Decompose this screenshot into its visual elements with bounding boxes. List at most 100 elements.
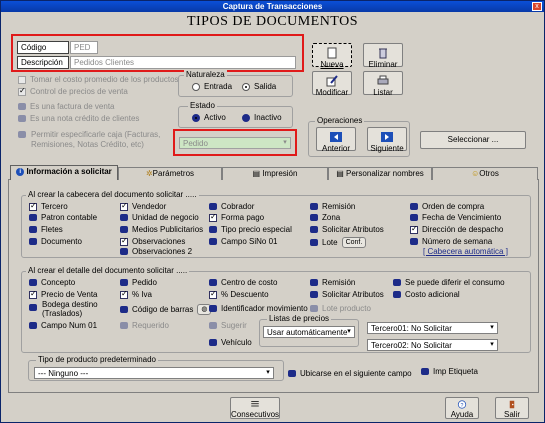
toggle-icon[interactable] — [29, 322, 37, 329]
check-solicitar-atributos[interactable]: Solicitar Atributos — [310, 225, 384, 234]
toggle-icon[interactable] — [120, 248, 128, 255]
toggle-icon[interactable] — [209, 339, 217, 346]
checkbox[interactable] — [209, 289, 217, 299]
toggle-icon[interactable] — [310, 291, 318, 298]
check-iva[interactable]: % Iva — [120, 289, 152, 299]
listas-select[interactable]: Usar automáticamente ▾ — [263, 326, 355, 338]
eliminar-button[interactable]: Eliminar — [363, 43, 403, 69]
radio[interactable] — [192, 82, 200, 91]
conf-button[interactable]: Conf. — [341, 237, 367, 248]
toggle-icon[interactable] — [120, 279, 128, 286]
check-identificador[interactable]: Identificador movimiento — [209, 304, 308, 313]
radio-entrada[interactable]: Entrada — [192, 82, 232, 91]
check-vehiculo[interactable]: Vehículo — [209, 338, 252, 347]
tab-parametros[interactable]: ✲Parámetros — [118, 167, 222, 180]
check-forma-pago[interactable]: Forma pago — [209, 212, 264, 222]
checkbox[interactable] — [120, 201, 128, 211]
toggle-icon[interactable] — [29, 238, 37, 245]
toggle-icon[interactable] — [120, 306, 128, 313]
checkbox[interactable] — [410, 224, 418, 234]
check-precio-venta[interactable]: Precio de Venta — [29, 289, 97, 299]
toggle-icon[interactable] — [29, 214, 37, 221]
close-button[interactable]: x — [532, 2, 542, 11]
tab-impresion[interactable]: ▤ Impresión — [222, 167, 328, 180]
nueva-button[interactable]: Nueva — [312, 43, 352, 69]
toggle-icon[interactable] — [410, 203, 418, 210]
check-diferir-consumo[interactable]: Se puede diferir el consumo — [393, 278, 505, 287]
check-orden-compra[interactable]: Orden de compra — [410, 202, 484, 211]
toggle-icon[interactable] — [209, 322, 217, 329]
check-tercero[interactable]: Tercero — [29, 201, 68, 211]
toggle-icon[interactable] — [421, 368, 429, 375]
tab-personalizar[interactable]: ▤ Personalizar nombres — [328, 167, 432, 180]
tab-informacion[interactable]: i Información a solicitar — [10, 165, 118, 180]
toggle-icon[interactable] — [120, 322, 128, 329]
toggle-icon[interactable] — [310, 214, 318, 221]
toggle-icon[interactable] — [209, 305, 217, 312]
toggle-icon[interactable] — [29, 304, 37, 311]
radio[interactable] — [242, 82, 250, 91]
check-bodega-destino[interactable] — [29, 304, 37, 311]
siguiente-button[interactable]: Siguiente — [367, 127, 407, 153]
toggle-icon[interactable] — [393, 279, 401, 286]
checkbox[interactable] — [209, 212, 217, 222]
option-factura-venta[interactable]: Es una factura de venta — [18, 102, 115, 111]
check-ubicarse[interactable]: Ubicarse en el siguiente campo — [288, 369, 412, 378]
salir-button[interactable]: Salir — [495, 397, 529, 419]
checkbox[interactable] — [18, 75, 26, 84]
checkbox[interactable] — [29, 201, 37, 211]
radio[interactable] — [192, 113, 200, 122]
check-remision[interactable]: Remisión — [310, 202, 355, 211]
toggle-icon[interactable] — [393, 291, 401, 298]
toggle-icon[interactable] — [209, 203, 217, 210]
toggle-icon[interactable] — [120, 214, 128, 221]
tercero01-select[interactable]: Tercero01: No Solicitar ▾ — [367, 322, 498, 334]
option-control-precios[interactable]: Control de precios de venta — [18, 86, 128, 96]
check-descuento[interactable]: % Descuento — [209, 289, 269, 299]
descripcion-field[interactable]: Pedidos Clientes — [70, 56, 296, 69]
toggle-icon[interactable] — [310, 239, 318, 246]
seleccionar-button[interactable]: Seleccionar ... — [420, 131, 526, 149]
check-imp-etiqueta[interactable]: Imp Etiqueta — [421, 367, 478, 376]
caja-select[interactable]: Pedido ▾ — [179, 137, 291, 149]
checkbox[interactable] — [120, 289, 128, 299]
option-nota-credito[interactable]: Es una nota crédito de clientes — [18, 114, 139, 123]
toggle-icon[interactable] — [18, 115, 26, 122]
check-medios[interactable]: Medios Publicitarios — [120, 225, 203, 234]
check-lote-producto[interactable]: Lote producto — [310, 304, 371, 313]
check-campo-num[interactable]: Campo Num 01 — [29, 321, 97, 330]
check-concepto[interactable]: Concepto — [29, 278, 75, 287]
toggle-icon[interactable] — [310, 203, 318, 210]
check-remision-detalle[interactable]: Remisión — [310, 278, 355, 287]
listar-button[interactable]: Listar — [363, 71, 403, 97]
check-codigo-barras[interactable]: Código de barras ◍ — [120, 304, 212, 315]
option-permitir-caja[interactable] — [18, 131, 26, 138]
toggle-icon[interactable] — [29, 279, 37, 286]
check-lote[interactable]: Lote Conf. — [310, 237, 367, 248]
check-cobrador[interactable]: Cobrador — [209, 202, 254, 211]
check-zona[interactable]: Zona — [310, 213, 340, 222]
toggle-icon[interactable] — [120, 226, 128, 233]
check-numero-semana[interactable]: Número de semana — [410, 237, 492, 246]
consecutivos-button[interactable]: Consecutivos — [230, 397, 280, 419]
option-tomar-costo[interactable]: Tomar el costo promedio de los productos — [18, 75, 179, 84]
check-centro-costo[interactable]: Centro de costo — [209, 278, 277, 287]
radio-activo[interactable]: Activo — [192, 113, 226, 122]
check-direccion-despacho[interactable]: Dirección de despacho — [410, 224, 503, 234]
checkbox[interactable] — [120, 236, 128, 246]
check-costo-adicional[interactable]: Costo adicional — [393, 290, 460, 299]
anterior-button[interactable]: Anterior — [316, 127, 356, 153]
cabecera-automatica-link[interactable]: [ Cabecera automática ] — [423, 247, 508, 256]
toggle-icon[interactable] — [310, 279, 318, 286]
check-requerido[interactable]: Requerido — [120, 321, 169, 330]
check-unidad-negocio[interactable]: Unidad de negocio — [120, 213, 199, 222]
checkbox[interactable] — [29, 289, 37, 299]
toggle-icon[interactable] — [310, 226, 318, 233]
toggle-icon[interactable] — [209, 279, 217, 286]
check-fecha-vencimiento[interactable]: Fecha de Vencimiento — [410, 213, 501, 222]
toggle-icon[interactable] — [310, 305, 318, 312]
modificar-button[interactable]: Modificar — [312, 71, 352, 97]
check-sugerir[interactable]: Sugerir — [209, 321, 247, 330]
check-campo-sino[interactable]: Campo SiNo 01 — [209, 237, 277, 246]
check-pedido[interactable]: Pedido — [120, 278, 157, 287]
